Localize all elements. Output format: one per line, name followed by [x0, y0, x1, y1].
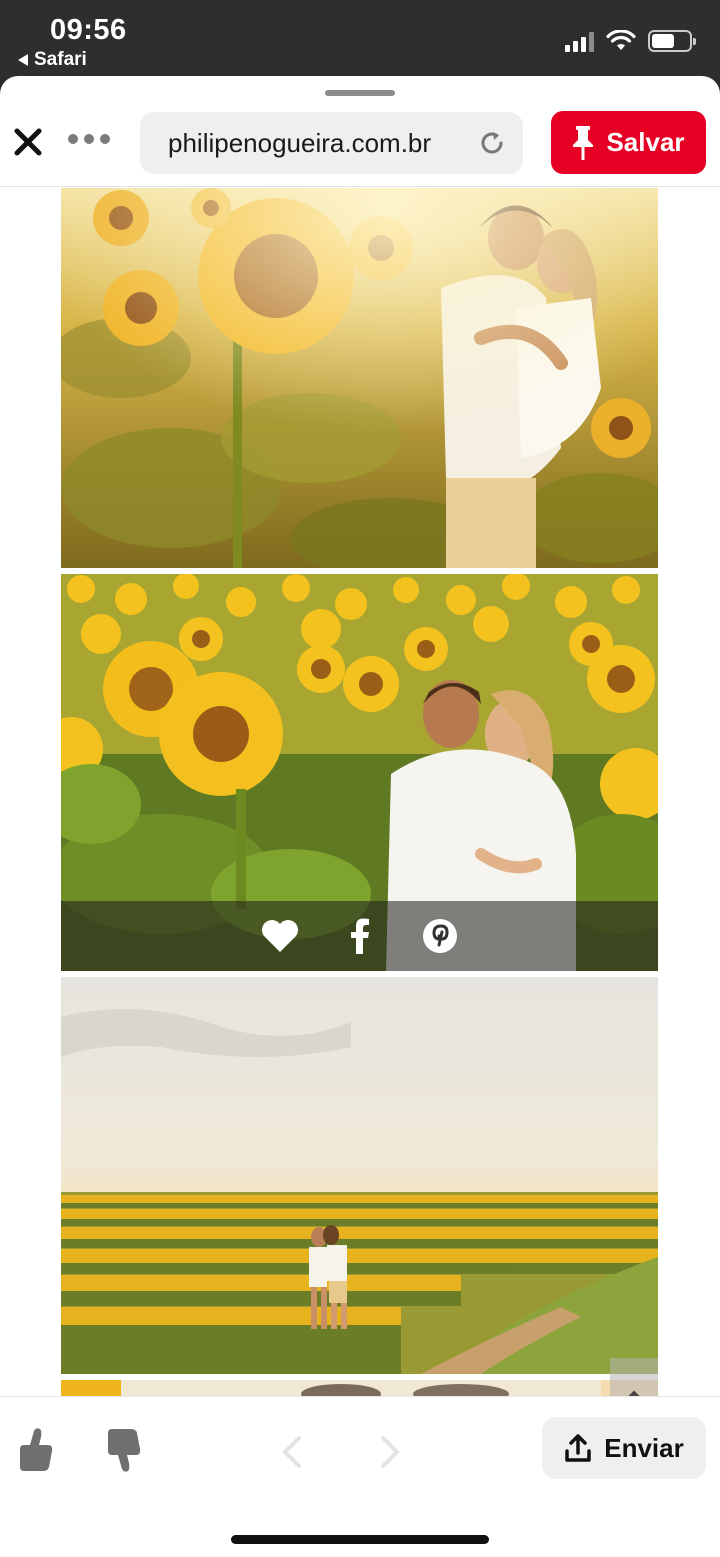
- save-label: Salvar: [606, 127, 685, 157]
- photo-sunflower-couple-4[interactable]: [61, 1380, 658, 1396]
- pinterest-icon[interactable]: [420, 916, 460, 956]
- share-overlay: [61, 901, 658, 971]
- forward-arrow-icon[interactable]: [378, 1435, 402, 1469]
- url-text: philipenogueira.com.br: [168, 127, 432, 158]
- cellular-signal-icon: [565, 30, 594, 52]
- scroll-to-top-button[interactable]: [610, 1358, 658, 1396]
- bottom-toolbar: Enviar: [0, 1396, 720, 1557]
- heart-icon[interactable]: [260, 916, 300, 956]
- status-indicators: [565, 30, 696, 52]
- web-content[interactable]: [0, 188, 720, 1396]
- back-app-label: Safari: [34, 49, 87, 70]
- thumbs-down-icon[interactable]: [104, 1427, 144, 1473]
- save-button[interactable]: Salvar: [551, 111, 706, 174]
- browser-toolbar: philipenogueira.com.br Salvar: [0, 76, 720, 187]
- battery-icon: [648, 30, 696, 52]
- thumbs-up-icon[interactable]: [16, 1427, 56, 1473]
- close-icon[interactable]: [10, 124, 46, 160]
- browser-sheet: philipenogueira.com.br Salvar Enviar: [0, 76, 720, 1557]
- home-indicator: [231, 1535, 489, 1544]
- status-time: 09:56: [50, 14, 127, 46]
- status-bar: 09:56 Safari: [0, 0, 720, 80]
- share-upload-icon: [565, 1434, 591, 1462]
- photo-sunflower-couple-1[interactable]: [61, 188, 658, 568]
- pin-icon: [573, 125, 594, 160]
- more-icon[interactable]: [68, 134, 110, 144]
- photo-sunflower-couple-2[interactable]: [61, 574, 658, 971]
- send-button[interactable]: Enviar: [542, 1417, 706, 1479]
- url-bar[interactable]: philipenogueira.com.br: [140, 112, 523, 174]
- back-arrow-icon[interactable]: [280, 1435, 304, 1469]
- back-triangle-icon: [18, 54, 28, 66]
- send-label: Enviar: [604, 1432, 684, 1463]
- reload-icon[interactable]: [477, 128, 507, 158]
- back-to-app-link[interactable]: Safari: [18, 49, 87, 71]
- wifi-icon: [606, 30, 636, 50]
- facebook-icon[interactable]: [340, 916, 380, 956]
- photo-sunflower-couple-3[interactable]: [61, 977, 658, 1374]
